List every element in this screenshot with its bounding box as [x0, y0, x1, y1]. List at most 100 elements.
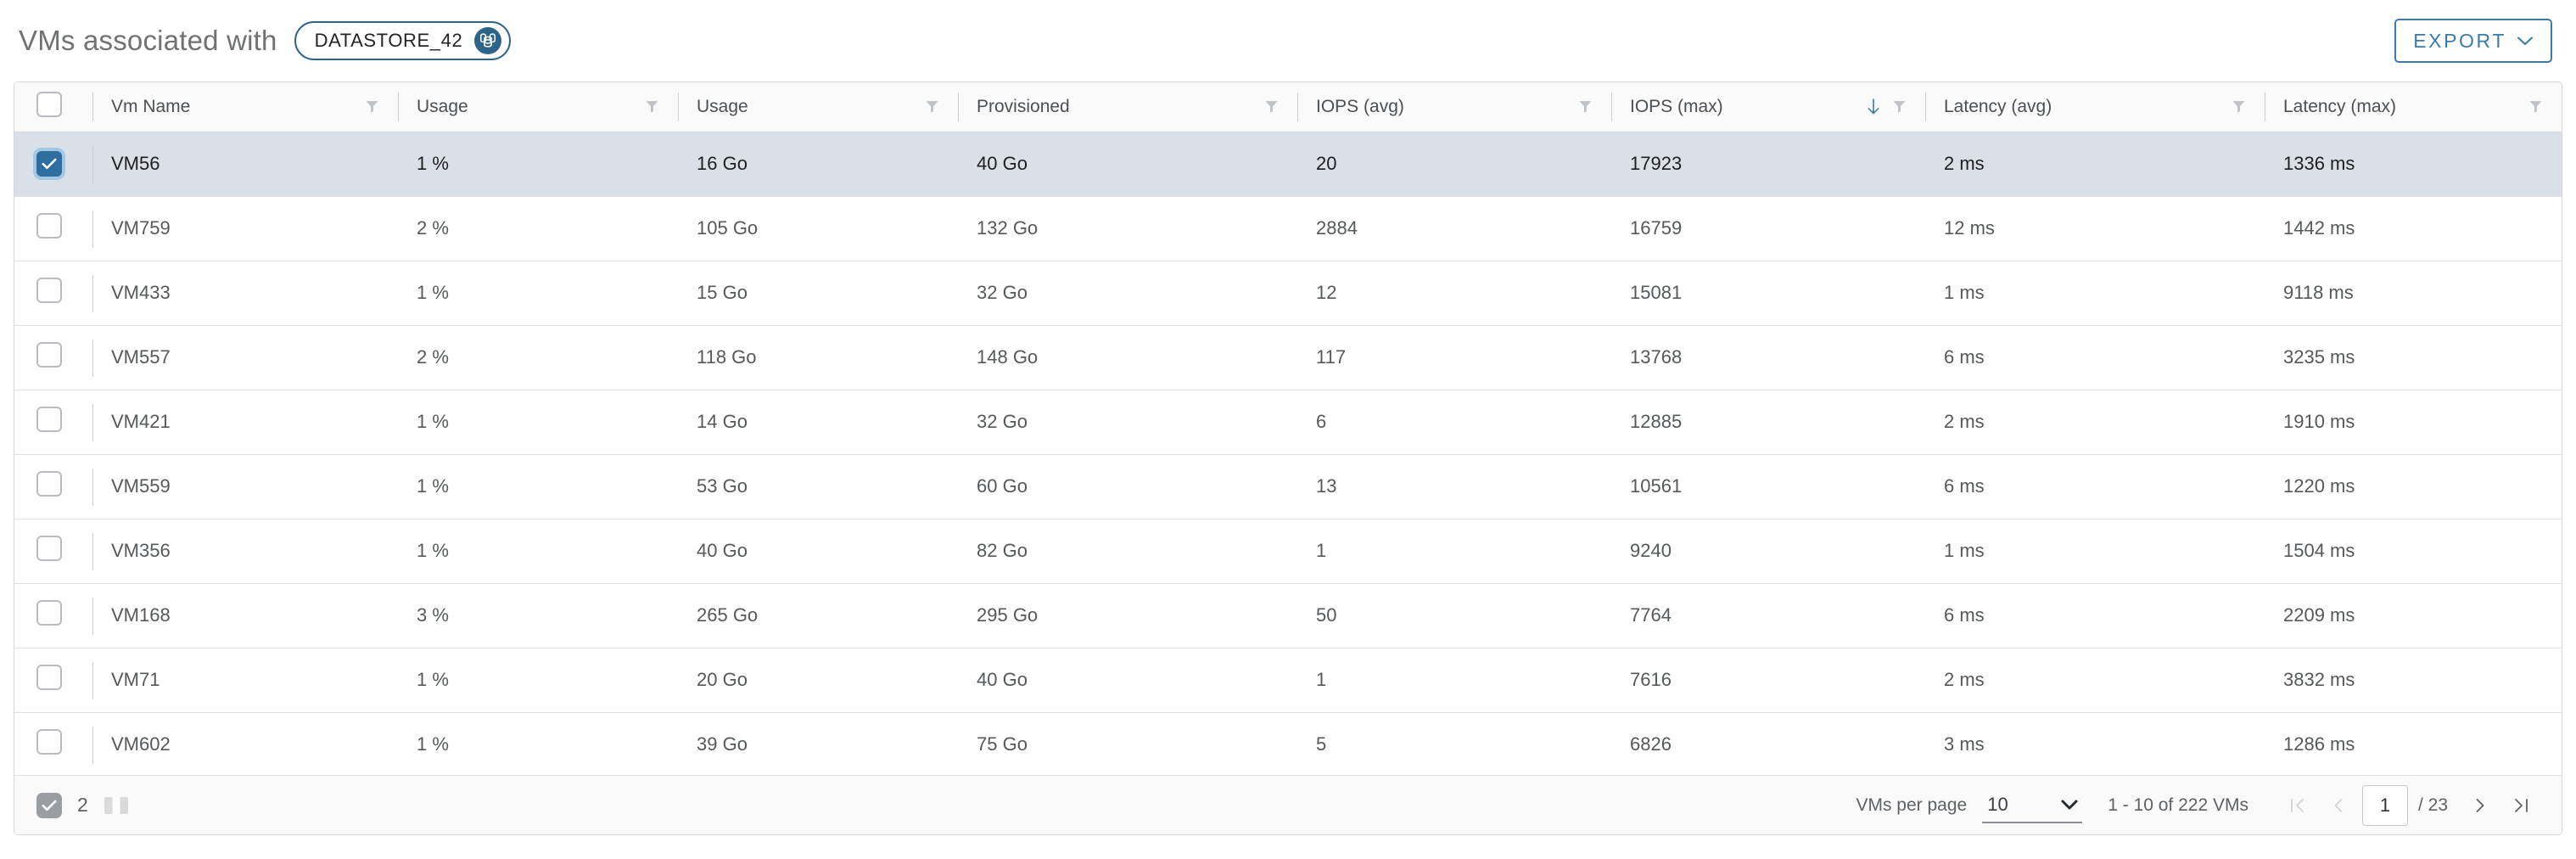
row-select-checkbox[interactable]	[36, 729, 62, 755]
cell-usage-size: 14 Go	[678, 390, 958, 455]
cell-latency-avg: 2 ms	[1925, 648, 2265, 713]
cell-iops-avg: 5	[1297, 712, 1611, 778]
cell-usage-percent: 1 %	[398, 454, 678, 519]
table-row[interactable]: VM356 1 % 40 Go 82 Go 1 9240 1 ms 1504 ms	[14, 519, 2562, 584]
table-header: Vm Name Usage Usage Provisioned IOPS (av…	[14, 82, 2562, 132]
row-select-checkbox[interactable]	[36, 536, 62, 561]
cell-iops-avg: 20	[1297, 132, 1611, 197]
cell-usage-size: 39 Go	[678, 712, 958, 778]
row-select-checkbox[interactable]	[36, 471, 62, 497]
cell-provisioned: 60 Go	[958, 454, 1297, 519]
cell-latency-avg: 12 ms	[1925, 196, 2265, 261]
cell-latency-max: 1442 ms	[2265, 196, 2562, 261]
cell-provisioned: 75 Go	[958, 712, 1297, 778]
last-page-icon[interactable]	[2500, 785, 2541, 826]
cell-provisioned: 40 Go	[958, 648, 1297, 713]
row-select-checkbox[interactable]	[36, 665, 62, 690]
datastore-chip[interactable]: DATASTORE_42	[294, 21, 512, 60]
select-all-header-cell	[14, 82, 92, 132]
table-row[interactable]: VM168 3 % 265 Go 295 Go 50 7764 6 ms 2209 ms	[14, 583, 2562, 648]
cell-usage-percent: 1 %	[398, 132, 678, 197]
datastore-icon	[474, 27, 502, 54]
first-page-icon[interactable]	[2277, 785, 2318, 826]
column-header-usage-percent[interactable]: Usage	[398, 82, 678, 132]
row-select-checkbox[interactable]	[36, 407, 62, 432]
table-row[interactable]: VM557 2 % 118 Go 148 Go 117 13768 6 ms 3235 ms	[14, 325, 2562, 390]
footer-selection-checkbox[interactable]	[36, 792, 62, 818]
per-page-label: VMs per page	[1856, 794, 1968, 815]
cell-iops-max: 12885	[1611, 390, 1925, 455]
page-number-input[interactable]	[2361, 784, 2408, 826]
table-row[interactable]: VM71 1 % 20 Go 40 Go 1 7616 2 ms 3832 ms	[14, 648, 2562, 713]
column-header-iops-max[interactable]: IOPS (max)	[1611, 82, 1925, 132]
column-label: Provisioned	[977, 96, 1070, 116]
row-select-cell	[14, 325, 92, 390]
cell-latency-avg: 2 ms	[1925, 390, 2265, 455]
cell-iops-avg: 13	[1297, 454, 1611, 519]
row-select-checkbox[interactable]	[36, 151, 62, 177]
row-select-checkbox[interactable]	[36, 278, 62, 303]
cell-iops-avg: 1	[1297, 519, 1611, 584]
row-select-checkbox[interactable]	[36, 600, 62, 626]
cell-usage-size: 118 Go	[678, 325, 958, 390]
previous-page-icon[interactable]	[2318, 785, 2359, 826]
footer-selection-group: 2	[36, 792, 129, 818]
cell-usage-size: 105 Go	[678, 196, 958, 261]
column-header-latency-avg[interactable]: Latency (avg)	[1925, 82, 2265, 132]
sort-descending-icon[interactable]	[1867, 98, 1880, 115]
cell-latency-avg: 6 ms	[1925, 325, 2265, 390]
column-header-vm-name[interactable]: Vm Name	[92, 82, 398, 132]
column-header-latency-max[interactable]: Latency (max)	[2265, 82, 2562, 132]
table-footer: 2 VMs per page 10 1 - 10 of 222 VMs 1 / …	[14, 775, 2562, 834]
cell-usage-size: 16 Go	[678, 132, 958, 197]
column-header-usage-size[interactable]: Usage	[678, 82, 958, 132]
cell-latency-max: 1504 ms	[2265, 519, 2562, 584]
select-all-checkbox[interactable]	[36, 91, 62, 117]
filter-icon[interactable]	[1578, 99, 1593, 114]
chevron-down-icon	[2517, 36, 2534, 47]
row-select-cell	[14, 261, 92, 326]
filter-icon[interactable]	[925, 99, 939, 114]
column-label: Usage	[697, 96, 748, 116]
cell-iops-avg: 117	[1297, 325, 1611, 390]
row-select-checkbox[interactable]	[36, 342, 62, 368]
cell-iops-avg: 12	[1297, 261, 1611, 326]
cell-vm-name: VM559	[92, 454, 398, 519]
cell-provisioned: 40 Go	[958, 132, 1297, 197]
table-row[interactable]: VM56 1 % 16 Go 40 Go 20 17923 2 ms 1336 ms	[14, 132, 2562, 197]
cell-vm-name: VM168	[92, 583, 398, 648]
per-page-value: 10	[1987, 793, 2008, 815]
table-row[interactable]: VM759 2 % 105 Go 132 Go 2884 16759 12 ms 1442 m…	[14, 196, 2562, 261]
header-row: Vm Name Usage Usage Provisioned IOPS (av…	[14, 82, 2562, 132]
table-row[interactable]: VM602 1 % 39 Go 75 Go 5 6826 3 ms 1286 ms	[14, 712, 2562, 778]
cell-latency-max: 2209 ms	[2265, 583, 2562, 648]
column-header-provisioned[interactable]: Provisioned	[958, 82, 1297, 132]
column-header-iops-avg[interactable]: IOPS (avg)	[1297, 82, 1611, 132]
filter-icon[interactable]	[2232, 99, 2246, 114]
cell-usage-size: 265 Go	[678, 583, 958, 648]
column-label: Latency (avg)	[1944, 96, 2052, 116]
cell-vm-name: VM356	[92, 519, 398, 584]
filter-icon[interactable]	[1264, 99, 1279, 114]
columns-layout-icon[interactable]	[104, 794, 129, 817]
row-select-checkbox[interactable]	[36, 213, 62, 239]
cell-iops-avg: 50	[1297, 583, 1611, 648]
column-label: Latency (max)	[2283, 96, 2397, 116]
row-select-cell	[14, 390, 92, 455]
pagination-range-text: 1 - 10 of 222 VMs	[2108, 794, 2248, 815]
row-select-cell	[14, 196, 92, 261]
filter-icon[interactable]	[1892, 99, 1907, 114]
next-page-icon[interactable]	[2460, 785, 2500, 826]
export-button[interactable]: EXPORT	[2394, 19, 2552, 63]
per-page-select[interactable]: 10	[1982, 788, 2083, 823]
cell-iops-max: 15081	[1611, 261, 1925, 326]
filter-icon[interactable]	[365, 99, 379, 114]
cell-vm-name: VM759	[92, 196, 398, 261]
filter-icon[interactable]	[2528, 99, 2543, 114]
cell-usage-percent: 2 %	[398, 196, 678, 261]
table-row[interactable]: VM421 1 % 14 Go 32 Go 6 12885 2 ms 1910 ms	[14, 390, 2562, 455]
table-row[interactable]: VM559 1 % 53 Go 60 Go 13 10561 6 ms 1220 ms	[14, 454, 2562, 519]
table-row[interactable]: VM433 1 % 15 Go 32 Go 12 15081 1 ms 9118 ms	[14, 261, 2562, 326]
filter-icon[interactable]	[645, 99, 659, 114]
cell-latency-max: 3832 ms	[2265, 648, 2562, 713]
